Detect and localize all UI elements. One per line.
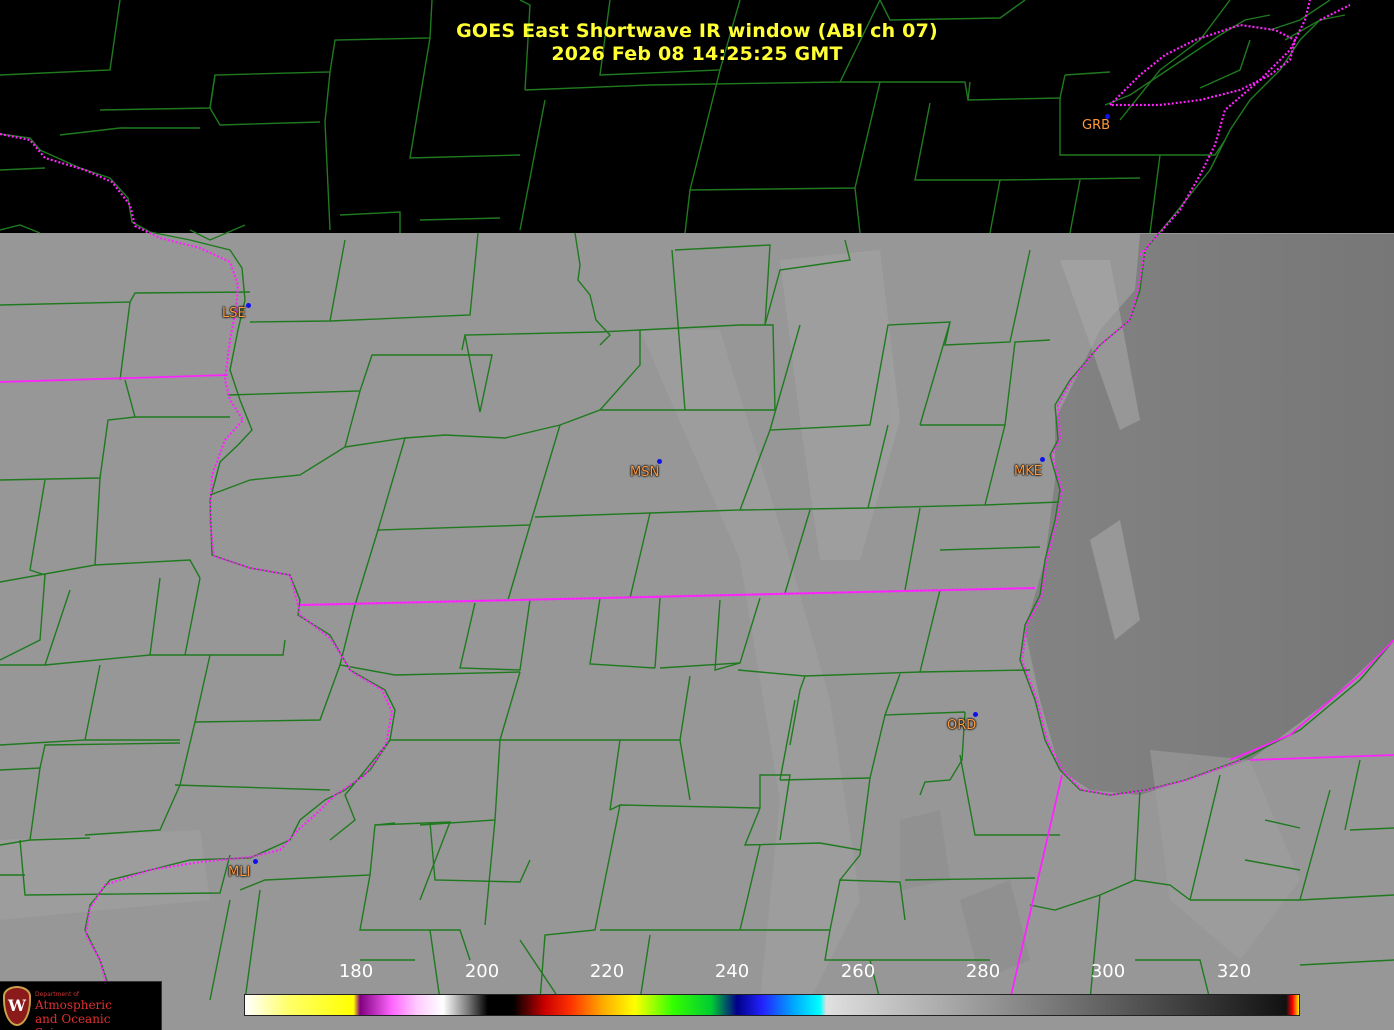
colorbar-tick: 260 — [840, 961, 876, 982]
colorbar-tick: 240 — [714, 961, 750, 982]
colorbar-tick: 320 — [1216, 961, 1252, 982]
colorbar-tick: 200 — [464, 961, 500, 982]
aos-logo: W Department of Atmospheric and Oceanic … — [0, 981, 162, 1030]
colorbar-tick: 300 — [1090, 961, 1126, 982]
title-line-1: GOES East Shortwave IR window (ABI ch 07… — [456, 20, 938, 42]
map-imagery — [0, 0, 1394, 1030]
temperature-colorbar — [244, 994, 1300, 1016]
colorbar-tick: 220 — [589, 961, 625, 982]
colorbar-tick: 180 — [338, 961, 374, 982]
station-dot-mli — [253, 859, 258, 864]
station-dot-ord — [973, 712, 978, 717]
station-label-lse: LSE — [222, 306, 246, 321]
station-label-mli: MLI — [228, 865, 251, 880]
logo-line-2: and Oceanic Sciences — [35, 1012, 111, 1030]
station-dot-lse — [246, 303, 251, 308]
colorbar-tick: 280 — [965, 961, 1001, 982]
station-label-ord: ORD — [947, 718, 977, 733]
logo-line-1: Atmospheric — [35, 998, 112, 1012]
station-label-grb: GRB — [1082, 118, 1111, 133]
logo-dept-text: Department of — [35, 991, 79, 998]
station-dot-msn — [657, 459, 662, 464]
uw-crest-icon: W — [3, 986, 31, 1026]
station-label-msn: MSN — [630, 465, 660, 480]
satellite-image-panel: GOES East Shortwave IR window (ABI ch 07… — [0, 0, 1394, 1030]
title-line-2: 2026 Feb 08 14:25:25 GMT — [551, 43, 843, 65]
station-dot-mke — [1040, 457, 1045, 462]
station-label-mke: MKE — [1014, 464, 1042, 479]
